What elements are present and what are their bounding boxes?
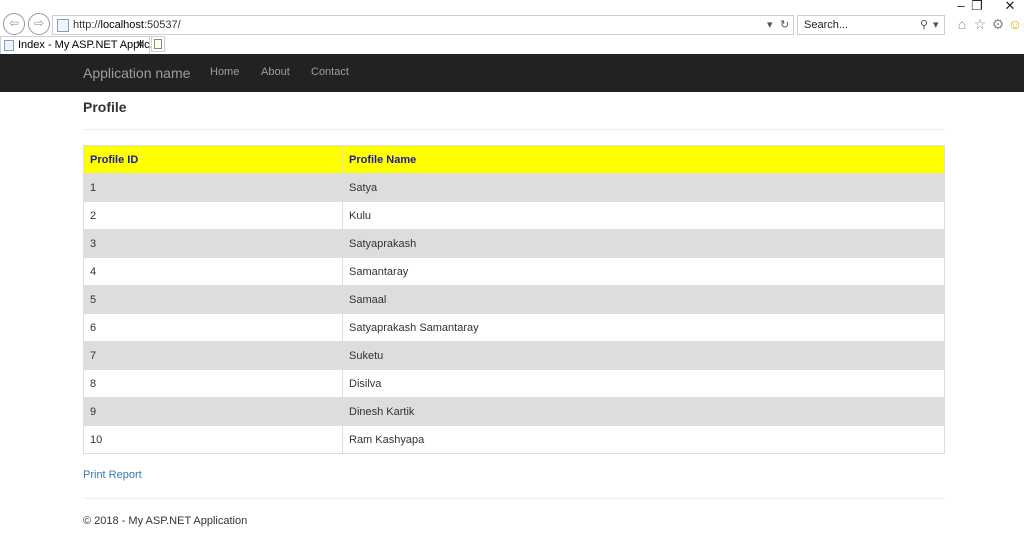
- address-url[interactable]: http://localhost:50537/: [73, 19, 181, 31]
- profile-name-cell: Kulu: [342, 201, 945, 230]
- nav-link-about[interactable]: About: [261, 66, 290, 78]
- footer-divider: [83, 498, 945, 499]
- favorites-icon[interactable]: ☆: [971, 15, 989, 33]
- search-box[interactable]: Search... ⚲ ▾: [797, 15, 945, 35]
- table-row: 8 Disilva: [83, 369, 945, 398]
- profile-id-cell: 2: [83, 201, 343, 230]
- profile-name-cell: Satyaprakash: [342, 229, 945, 258]
- profile-id-cell: 3: [83, 229, 343, 258]
- page-icon: [57, 19, 69, 32]
- table-row: 3 Satyaprakash: [83, 229, 945, 258]
- refresh-icon[interactable]: ↻: [780, 18, 789, 31]
- table-header-row: Profile ID Profile Name: [83, 145, 945, 174]
- profile-id-cell: 7: [83, 341, 343, 370]
- tab-close-icon[interactable]: ✕: [136, 38, 145, 51]
- profile-table: Profile ID Profile Name 1 Satya 2 Kulu 3 Sa…: [83, 145, 945, 454]
- table-row: 2 Kulu: [83, 201, 945, 230]
- table-row: 10 Ram Kashyapa: [83, 425, 945, 454]
- title-divider: [83, 129, 945, 130]
- back-icon[interactable]: ⇦: [3, 13, 25, 35]
- profile-id-cell: 10: [83, 425, 343, 454]
- profile-id-cell: 6: [83, 313, 343, 342]
- new-tab-icon: [154, 39, 162, 49]
- browser-chrome: – ❐ ✕ ⇦ ⇨ http://localhost:50537/ ▾ ↻ Se…: [0, 0, 1024, 54]
- table-row: 6 Satyaprakash Samantaray: [83, 313, 945, 342]
- nav-link-home[interactable]: Home: [210, 66, 239, 78]
- tab-favicon-icon: [4, 40, 14, 51]
- search-icon[interactable]: ⚲: [920, 18, 928, 31]
- table-row: 9 Dinesh Kartik: [83, 397, 945, 426]
- search-dropdown-icon[interactable]: ▾: [933, 18, 939, 31]
- profile-name-cell: Samantaray: [342, 257, 945, 286]
- profile-id-cell: 8: [83, 369, 343, 398]
- address-dropdown-icon[interactable]: ▾: [767, 18, 773, 31]
- table-row: 4 Samantaray: [83, 257, 945, 286]
- profile-name-cell: Dinesh Kartik: [342, 397, 945, 426]
- search-input[interactable]: Search...: [804, 19, 848, 31]
- footer-text: © 2018 - My ASP.NET Application: [83, 515, 248, 527]
- column-header-profile-name: Profile Name: [342, 145, 945, 174]
- nav-link-contact[interactable]: Contact: [311, 66, 349, 78]
- profile-name-cell: Samaal: [342, 285, 945, 314]
- page-title: Profile: [83, 99, 127, 115]
- forward-icon[interactable]: ⇨: [28, 13, 50, 35]
- print-report-link[interactable]: Print Report: [83, 469, 142, 481]
- profile-id-cell: 4: [83, 257, 343, 286]
- column-header-profile-id: Profile ID: [83, 145, 343, 174]
- profile-name-cell: Ram Kashyapa: [342, 425, 945, 454]
- profile-name-cell: Satyaprakash Samantaray: [342, 313, 945, 342]
- address-bar[interactable]: http://localhost:50537/ ▾ ↻: [52, 15, 794, 35]
- profile-name-cell: Suketu: [342, 341, 945, 370]
- table-row: 1 Satya: [83, 173, 945, 202]
- close-window-icon[interactable]: ✕: [999, 0, 1021, 12]
- profile-id-cell: 1: [83, 173, 343, 202]
- new-tab-button[interactable]: [151, 36, 165, 52]
- table-row: 5 Samaal: [83, 285, 945, 314]
- table-row: 7 Suketu: [83, 341, 945, 370]
- brand-link[interactable]: Application name: [83, 65, 190, 81]
- restore-icon[interactable]: ❐: [966, 0, 988, 12]
- profile-name-cell: Disilva: [342, 369, 945, 398]
- settings-icon[interactable]: ⚙: [989, 15, 1007, 33]
- profile-id-cell: 9: [83, 397, 343, 426]
- profile-id-cell: 5: [83, 285, 343, 314]
- profile-name-cell: Satya: [342, 173, 945, 202]
- navbar: Application name Home About Contact: [0, 54, 1024, 92]
- browser-tab[interactable]: Index - My ASP.NET Applic... ✕: [0, 36, 159, 54]
- smiley-icon[interactable]: ☺: [1006, 15, 1024, 33]
- home-icon[interactable]: ⌂: [953, 15, 971, 33]
